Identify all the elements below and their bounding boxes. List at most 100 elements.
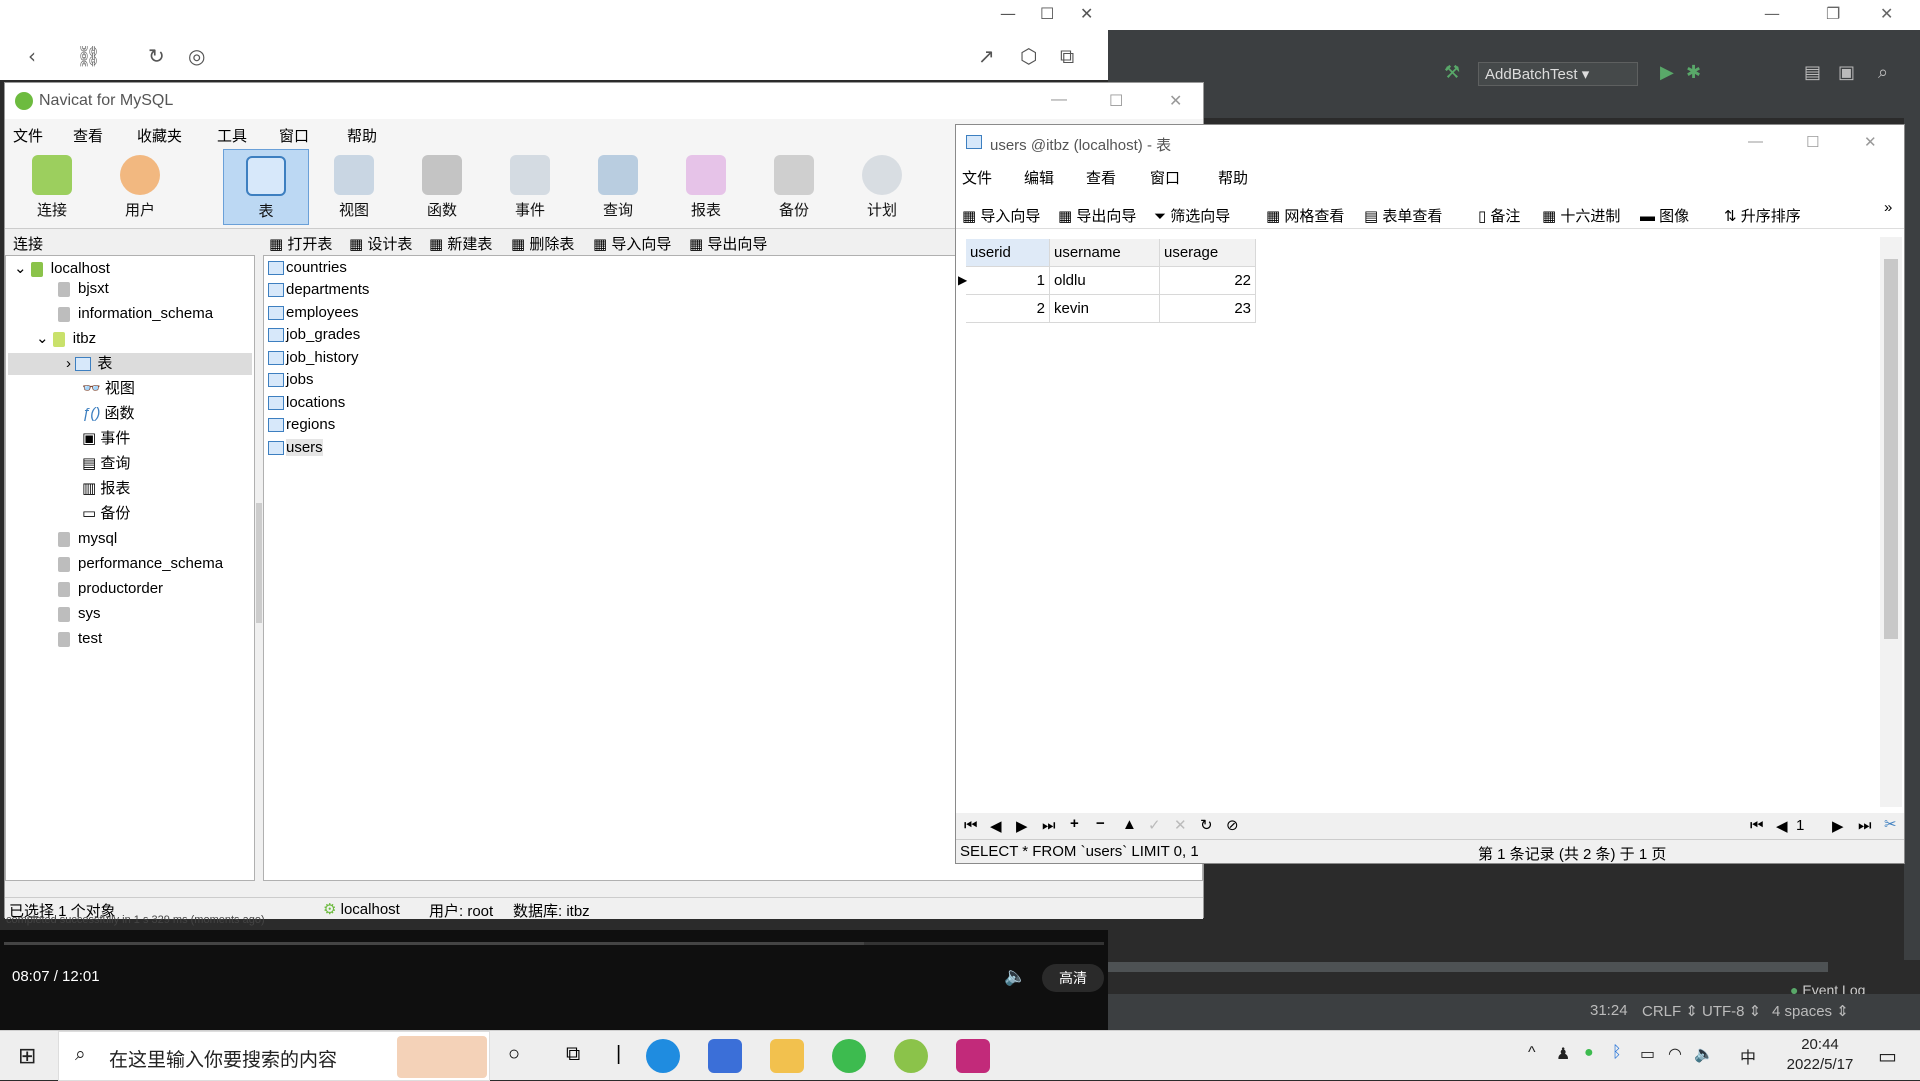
tree-item-events[interactable]: ▣ 事件 bbox=[82, 428, 130, 450]
run-config-select[interactable]: AddBatchTest ▾ bbox=[1478, 62, 1638, 86]
extension-icon[interactable]: ⧉ bbox=[1060, 44, 1074, 68]
wechat-icon[interactable] bbox=[832, 1039, 866, 1073]
maximize-icon[interactable]: ☐ bbox=[1040, 4, 1054, 23]
share-icon[interactable]: ↗ bbox=[978, 44, 995, 68]
menu-help[interactable]: 帮助 bbox=[347, 125, 377, 146]
wifi-icon[interactable]: ◠ bbox=[1668, 1044, 1682, 1064]
system-clock[interactable]: 20:44 2022/5/17 bbox=[1785, 1035, 1855, 1075]
settings-icon[interactable]: ✂ bbox=[1884, 815, 1897, 833]
bluetooth-icon[interactable]: ᛒ bbox=[1612, 1044, 1622, 1062]
table-item[interactable]: job_history bbox=[268, 348, 359, 368]
stop-icon[interactable]: ⊘ bbox=[1226, 816, 1239, 834]
form-view-button[interactable]: ▤ 表单查看 bbox=[1364, 205, 1442, 226]
tree-item-queries[interactable]: ▤ 查询 bbox=[82, 453, 130, 475]
search-icon[interactable]: ⌕ bbox=[1878, 62, 1888, 83]
toolbar-report[interactable]: 报表 bbox=[663, 149, 749, 225]
export-wizard-button[interactable]: ▦ 导出向导 bbox=[1058, 205, 1136, 226]
tree-item-reports[interactable]: ▥ 报表 bbox=[82, 478, 130, 500]
memo-button[interactable]: ▯ 备注 bbox=[1478, 205, 1520, 226]
open-table-button[interactable]: ▦ 打开表 bbox=[269, 233, 332, 254]
wechat-tray-icon[interactable]: ● bbox=[1584, 1044, 1594, 1062]
table-cell[interactable]: kevin bbox=[1050, 295, 1160, 323]
apply-icon[interactable]: ✓ bbox=[1148, 816, 1161, 834]
close-icon[interactable]: ✕ bbox=[1080, 4, 1093, 23]
battery-icon[interactable]: ▭ bbox=[1640, 1044, 1655, 1064]
ide-horizontal-scrollbar[interactable] bbox=[1108, 962, 1828, 972]
taskbar-search[interactable]: ⌕ 在这里输入你要搜索的内容 bbox=[58, 1031, 490, 1081]
first-page-icon[interactable]: ⏮ bbox=[1750, 817, 1764, 834]
file-explorer-icon[interactable] bbox=[770, 1039, 804, 1073]
delete-table-button[interactable]: ▦ 删除表 bbox=[511, 233, 574, 254]
table-item-selected[interactable]: users bbox=[268, 438, 323, 458]
next-page-icon[interactable]: ▶ bbox=[1832, 817, 1844, 835]
tree-db-productorder[interactable]: productorder bbox=[58, 578, 163, 600]
toolbar-query[interactable]: 查询 bbox=[575, 149, 661, 225]
project-structure-icon[interactable]: ▤ bbox=[1804, 62, 1821, 83]
tree-db-sys[interactable]: sys bbox=[58, 603, 101, 625]
qq-icon[interactable]: ♟ bbox=[1556, 1044, 1570, 1064]
toolbar-user[interactable]: 用户 bbox=[97, 149, 183, 225]
table-cell[interactable]: 1 bbox=[966, 267, 1050, 295]
refresh-icon[interactable]: ↻ bbox=[1200, 816, 1213, 834]
ime-indicator[interactable]: 中 bbox=[1740, 1044, 1756, 1068]
tree-db-information-schema[interactable]: information_schema bbox=[58, 303, 213, 325]
table-cell[interactable]: 22 bbox=[1160, 267, 1256, 295]
toolbar-view[interactable]: 视图 bbox=[311, 149, 397, 225]
import-wizard-button[interactable]: ▦ 导入向导 bbox=[593, 233, 671, 254]
column-header-userid[interactable]: userid bbox=[966, 239, 1050, 267]
menu-window[interactable]: 窗口 bbox=[1150, 167, 1180, 188]
menu-view[interactable]: 查看 bbox=[73, 125, 103, 146]
add-record-icon[interactable]: + bbox=[1070, 815, 1079, 832]
tree-db-itbz[interactable]: ⌄ itbz bbox=[36, 328, 96, 350]
table-item[interactable]: employees bbox=[268, 303, 359, 323]
filter-wizard-button[interactable]: ⏷ 筛选向导 bbox=[1154, 205, 1230, 226]
caret-position[interactable]: 31:24 bbox=[1590, 1002, 1628, 1019]
tree-item-functions[interactable]: ƒ() 函数 bbox=[82, 403, 135, 425]
toolbar-schedule[interactable]: 计划 bbox=[839, 149, 925, 225]
restore-icon[interactable]: ❐ bbox=[1826, 4, 1840, 23]
start-icon[interactable]: ⊞ bbox=[18, 1043, 36, 1069]
toolbar-function[interactable]: 函数 bbox=[399, 149, 485, 225]
close-icon[interactable]: ✕ bbox=[1169, 91, 1182, 111]
close-icon[interactable]: ✕ bbox=[1880, 4, 1893, 23]
intellij-icon[interactable] bbox=[956, 1039, 990, 1073]
refresh-icon[interactable]: ↻ bbox=[148, 44, 165, 68]
menu-file[interactable]: 文件 bbox=[13, 125, 43, 146]
prev-page-icon[interactable]: ◀ bbox=[1776, 817, 1788, 835]
last-page-icon[interactable]: ⏭ bbox=[1858, 817, 1872, 834]
cortana-icon[interactable]: ○ bbox=[508, 1043, 520, 1066]
toolbar-connect[interactable]: 连接 bbox=[9, 149, 95, 225]
globe-icon[interactable]: ◎ bbox=[188, 44, 205, 68]
minimize-icon[interactable]: — bbox=[1748, 133, 1763, 150]
toolbar-table[interactable]: 表 bbox=[223, 149, 309, 225]
tree-db-mysql[interactable]: mysql bbox=[58, 528, 117, 550]
toolbar-backup[interactable]: 备份 bbox=[751, 149, 837, 225]
sort-ascending-button[interactable]: ⇅ 升序排序 bbox=[1724, 205, 1801, 226]
minimize-icon[interactable]: — bbox=[1000, 4, 1016, 23]
edit-record-icon[interactable]: ▲ bbox=[1122, 816, 1137, 833]
layout-icon[interactable]: ▣ bbox=[1838, 62, 1855, 83]
discard-icon[interactable]: ✕ bbox=[1174, 816, 1187, 834]
splitter-handle[interactable] bbox=[256, 503, 262, 623]
link-icon[interactable]: ⛓ bbox=[76, 44, 101, 68]
line-separator[interactable]: CRLF ⇕ bbox=[1642, 1002, 1698, 1020]
export-wizard-button[interactable]: ▦ 导出向导 bbox=[689, 233, 767, 254]
menu-tools[interactable]: 工具 bbox=[217, 125, 247, 146]
grid-view-button[interactable]: ▦ 网格查看 bbox=[1266, 205, 1344, 226]
menu-view[interactable]: 查看 bbox=[1086, 167, 1116, 188]
tree-root-localhost[interactable]: ⌄ localhost bbox=[14, 258, 110, 280]
navicat-taskbar-icon[interactable] bbox=[894, 1039, 928, 1073]
table-cell[interactable]: oldlu bbox=[1050, 267, 1160, 295]
next-record-icon[interactable]: ▶ bbox=[1016, 817, 1028, 835]
hex-button[interactable]: ▦ 十六进制 bbox=[1542, 205, 1620, 226]
close-icon[interactable]: ✕ bbox=[1864, 133, 1877, 151]
table-item[interactable]: locations bbox=[268, 393, 345, 413]
scrollbar-thumb[interactable] bbox=[1884, 259, 1898, 639]
table-cell[interactable]: 2 bbox=[966, 295, 1050, 323]
tray-chevron-icon[interactable]: ^ bbox=[1528, 1044, 1536, 1062]
tree-db-bjsxt[interactable]: bjsxt bbox=[58, 278, 109, 300]
column-header-username[interactable]: username bbox=[1050, 239, 1160, 267]
table-item[interactable]: jobs bbox=[268, 370, 314, 390]
menu-window[interactable]: 窗口 bbox=[279, 125, 309, 146]
table-item[interactable]: regions bbox=[268, 415, 335, 435]
